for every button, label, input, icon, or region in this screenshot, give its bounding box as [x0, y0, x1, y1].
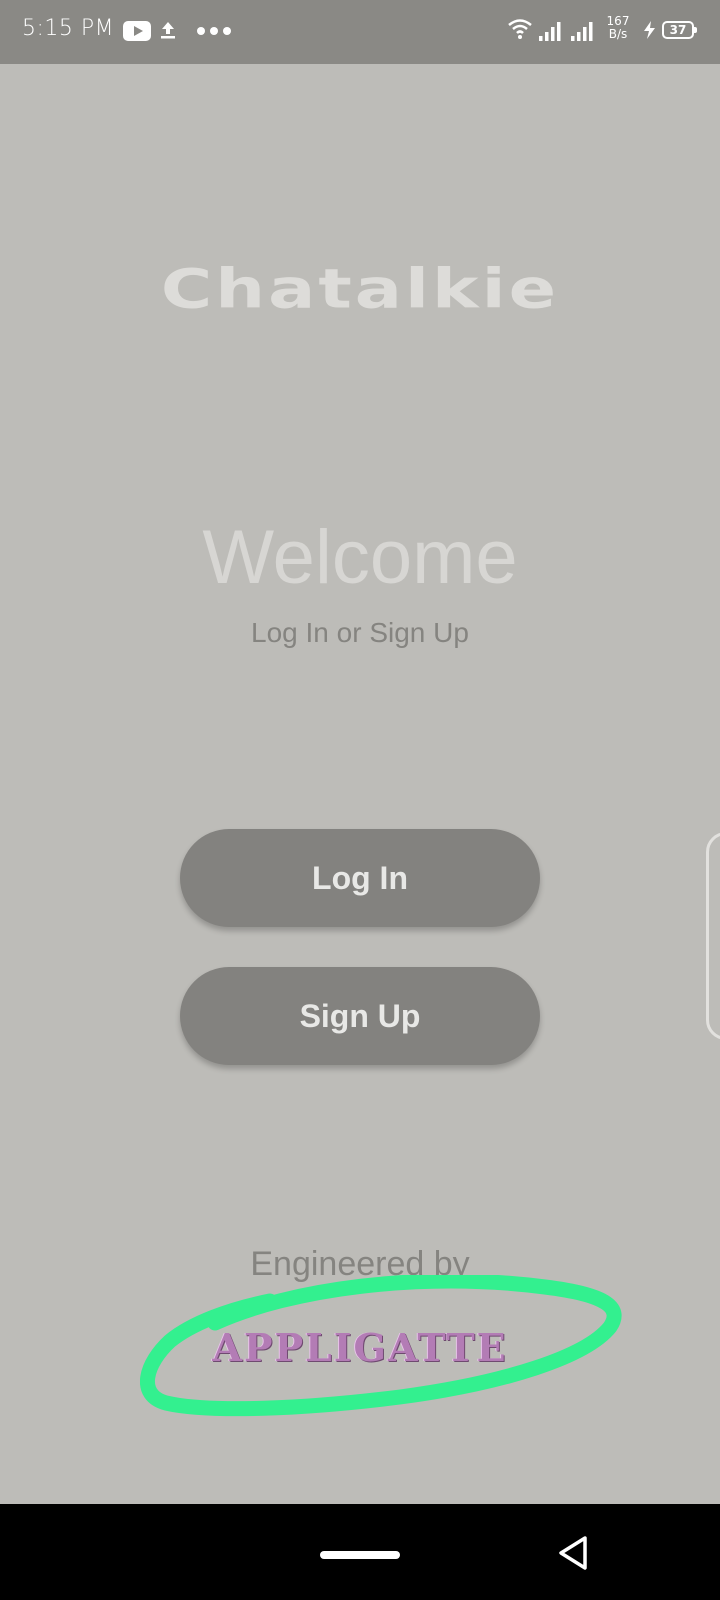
status-time: 5:15 PM: [22, 16, 115, 41]
signal-icon: [539, 22, 561, 41]
status-bar: 5:15 PM 167 B/s 37: [0, 0, 720, 64]
brand-area: APPLIGATTE: [140, 1275, 630, 1445]
net-speed: 167 B/s: [604, 15, 632, 41]
back-icon[interactable]: [556, 1534, 590, 1572]
wifi-icon: [508, 19, 532, 39]
battery-icon: 37: [662, 21, 697, 39]
navigation-bar: [0, 1504, 720, 1600]
welcome-title: Welcome: [202, 515, 518, 600]
signup-button[interactable]: Sign Up: [180, 967, 540, 1065]
edge-panel-handle[interactable]: [706, 832, 720, 1040]
welcome-subtitle: Log In or Sign Up: [251, 617, 469, 648]
app-logo: Chatalkie: [160, 257, 560, 321]
signal-icon: [571, 22, 593, 41]
brand-logo: APPLIGATTE: [212, 1325, 508, 1370]
youtube-icon: [123, 21, 151, 41]
home-pill[interactable]: [320, 1551, 400, 1559]
upload-icon: [161, 22, 175, 39]
more-dots-icon: [197, 27, 231, 35]
charging-icon: [644, 21, 655, 39]
net-speed-unit: B/s: [608, 27, 628, 41]
login-button[interactable]: Log In: [180, 829, 540, 927]
